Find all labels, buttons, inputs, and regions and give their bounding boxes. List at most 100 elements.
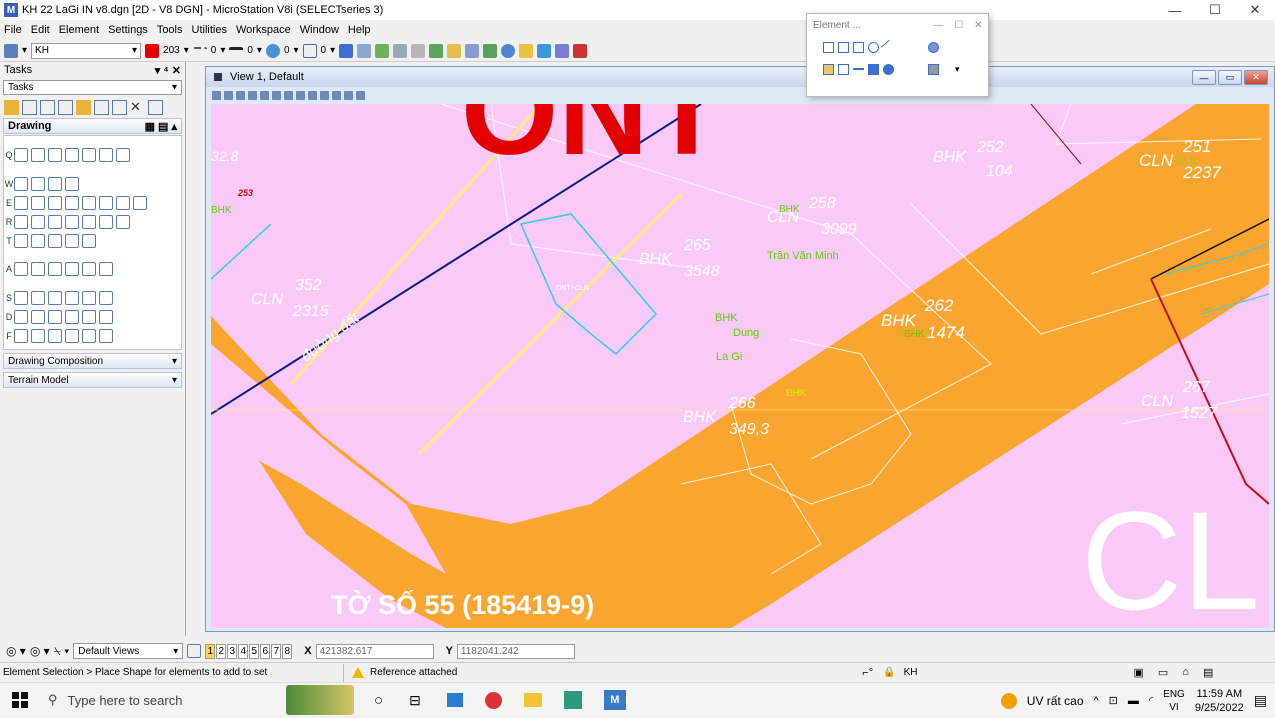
tasks-select[interactable]: Tasks ▾ bbox=[3, 80, 182, 95]
menu-tools[interactable]: Tools bbox=[157, 24, 183, 36]
place-text-icon[interactable] bbox=[14, 262, 28, 276]
dimension-angle-icon[interactable] bbox=[48, 290, 62, 305]
raster-icon[interactable] bbox=[375, 43, 390, 58]
menu-help[interactable]: Help bbox=[348, 24, 371, 36]
drop-cell-icon[interactable] bbox=[65, 233, 79, 248]
circle-mode-icon[interactable] bbox=[868, 41, 879, 53]
weather-icon[interactable] bbox=[1000, 692, 1017, 709]
transparency-icon[interactable] bbox=[265, 43, 280, 58]
select-cell-icon[interactable] bbox=[82, 233, 96, 248]
primary-tools-icon[interactable] bbox=[339, 43, 354, 58]
add-mode-icon[interactable] bbox=[838, 63, 849, 75]
detail-icon[interactable] bbox=[14, 328, 28, 343]
render-icon[interactable] bbox=[393, 43, 408, 58]
color-value[interactable]: 203 bbox=[163, 45, 180, 56]
view-button-2[interactable]: 2 bbox=[216, 643, 227, 659]
view-button-6[interactable]: 6 bbox=[260, 643, 271, 659]
freeform-icon[interactable] bbox=[116, 148, 130, 162]
view-restore-button[interactable]: ▭ bbox=[1218, 70, 1242, 85]
microstation-taskbar-icon[interactable]: M bbox=[603, 690, 626, 710]
menu-window[interactable]: Window bbox=[300, 24, 339, 36]
display-style-icon[interactable] bbox=[224, 90, 233, 100]
text-attributes-icon[interactable] bbox=[65, 262, 79, 276]
x-coordinate-field[interactable]: 421382.617 bbox=[315, 643, 434, 659]
length-icon[interactable] bbox=[65, 309, 79, 324]
delete-icon[interactable]: ✕ bbox=[130, 99, 145, 115]
area-measure-icon[interactable] bbox=[82, 309, 96, 324]
view-next-icon[interactable] bbox=[332, 90, 341, 100]
notifications-icon[interactable]: ▤ bbox=[1254, 692, 1267, 709]
curve-icon[interactable] bbox=[82, 148, 96, 162]
design-file-icon[interactable]: ▭ bbox=[1158, 666, 1168, 679]
app-icon-1[interactable] bbox=[446, 693, 463, 707]
delete-pattern-icon[interactable] bbox=[99, 214, 113, 229]
spell-check-icon[interactable] bbox=[48, 262, 62, 276]
level-combo[interactable]: KH ▾ bbox=[31, 42, 142, 59]
view-button-8[interactable]: 8 bbox=[282, 643, 293, 659]
view-mode-icon[interactable]: ▦ ▤ ▴ bbox=[145, 120, 177, 133]
edit-text-icon[interactable] bbox=[31, 262, 45, 276]
smartline-icon[interactable] bbox=[14, 148, 28, 162]
lock-icon[interactable]: 🔒 bbox=[883, 667, 895, 678]
place-cell-icon[interactable] bbox=[31, 233, 45, 248]
view-toggle-icon[interactable] bbox=[187, 644, 202, 658]
priority-value[interactable]: 0 bbox=[321, 45, 327, 56]
individual-mode-icon[interactable] bbox=[823, 41, 834, 53]
shape-icon[interactable] bbox=[31, 176, 45, 191]
new-mode-icon[interactable] bbox=[823, 63, 834, 75]
network-icon[interactable]: ⊡ bbox=[1109, 694, 1118, 707]
measure-icon[interactable] bbox=[465, 43, 480, 58]
tasks-icon[interactable] bbox=[483, 43, 498, 58]
modify-icon[interactable] bbox=[58, 99, 73, 115]
priority-icon[interactable] bbox=[302, 43, 317, 58]
invert-mode-icon[interactable] bbox=[868, 63, 879, 75]
menu-file[interactable]: File bbox=[4, 24, 22, 36]
arc-icon[interactable] bbox=[48, 195, 62, 210]
view-group-prev-icon[interactable]: ◎ ▾ bbox=[6, 644, 26, 658]
rotate-view-icon[interactable] bbox=[296, 90, 305, 100]
element-dialog-close[interactable]: ✕ bbox=[974, 20, 982, 31]
menu-utilities[interactable]: Utilities bbox=[192, 24, 227, 36]
view-previous-icon[interactable] bbox=[320, 90, 329, 100]
dimension-radial-icon[interactable] bbox=[65, 290, 79, 305]
camera-icon[interactable] bbox=[356, 90, 365, 100]
line-style-icon[interactable] bbox=[192, 46, 207, 55]
measure-tool-icon[interactable] bbox=[148, 99, 163, 115]
view-button-5[interactable]: 5 bbox=[249, 643, 260, 659]
callout-icon[interactable] bbox=[99, 328, 113, 343]
display-icon[interactable] bbox=[411, 43, 426, 58]
radius-icon[interactable] bbox=[48, 309, 62, 324]
dimension-table-icon[interactable] bbox=[99, 290, 113, 305]
hatch-icon[interactable] bbox=[48, 214, 62, 229]
cancel-icon[interactable] bbox=[573, 43, 588, 58]
info-icon[interactable] bbox=[501, 43, 516, 58]
update-view-icon[interactable] bbox=[236, 90, 245, 100]
view-button-4[interactable]: 4 bbox=[238, 643, 249, 659]
clear-mode-icon[interactable] bbox=[883, 63, 894, 75]
change-attributes-icon[interactable] bbox=[94, 99, 109, 115]
battery-icon[interactable]: ▬ bbox=[1128, 695, 1139, 707]
section-icon[interactable] bbox=[31, 328, 45, 343]
modify-arc-icon[interactable] bbox=[99, 195, 113, 210]
levels-icon[interactable] bbox=[447, 43, 462, 58]
view-close-button[interactable]: ✕ bbox=[1244, 70, 1268, 85]
element-dialog-maximize[interactable]: ☐ bbox=[954, 20, 963, 31]
line-style-value[interactable]: 0 bbox=[211, 45, 217, 56]
point-icon[interactable] bbox=[65, 148, 79, 162]
selection-method-icon[interactable] bbox=[928, 41, 939, 53]
pattern-icon[interactable] bbox=[31, 214, 45, 229]
subtract-mode-icon[interactable] bbox=[853, 68, 864, 70]
expand-arrow-icon[interactable]: ▾ bbox=[955, 64, 960, 75]
ellipse-icon[interactable] bbox=[31, 195, 45, 210]
window-area-icon[interactable] bbox=[272, 90, 281, 100]
pan-view-icon[interactable] bbox=[308, 90, 317, 100]
line-mode-icon[interactable] bbox=[880, 39, 897, 55]
views-combo[interactable]: Default Views ▾ bbox=[73, 643, 184, 659]
replace-cell-icon[interactable] bbox=[48, 233, 62, 248]
elevation-icon[interactable] bbox=[48, 328, 62, 343]
windows-start-icon[interactable] bbox=[12, 692, 28, 708]
arc-angle-icon[interactable] bbox=[116, 195, 130, 210]
dimension-ordinate-icon[interactable] bbox=[82, 290, 96, 305]
language-indicator[interactable]: ENG VI bbox=[1163, 688, 1185, 714]
clock[interactable]: 11:59 AM 9/25/2022 bbox=[1195, 687, 1244, 715]
